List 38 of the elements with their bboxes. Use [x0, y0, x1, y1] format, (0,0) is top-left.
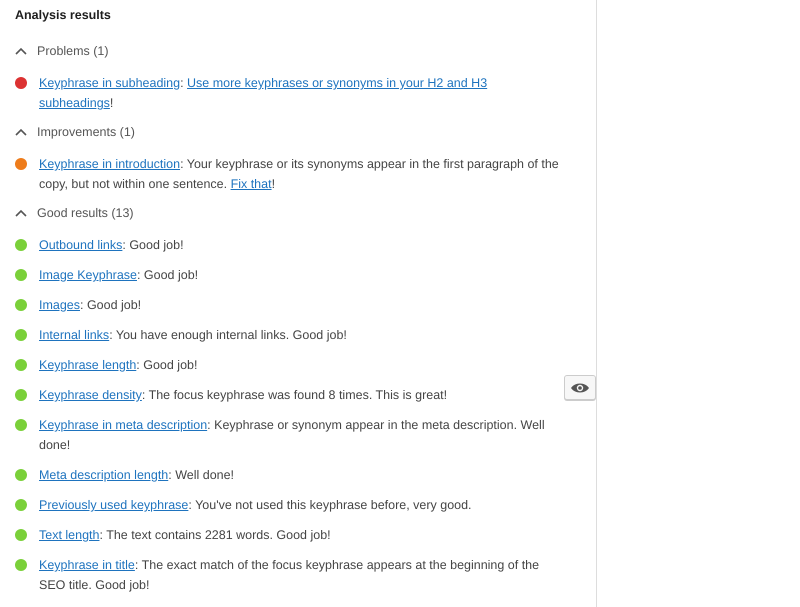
highlight-button[interactable]: [564, 375, 596, 400]
chevron-icon: [15, 209, 27, 217]
section-toggle[interactable]: Good results (13): [15, 204, 134, 222]
result-link[interactable]: Use more keyphrases or synonyms in your H2 and H3: [187, 76, 488, 90]
result-text: Keyphrase in meta description: Keyphrase or synonym appear in the meta description. Well done!: [39, 417, 546, 454]
section-toggle[interactable]: Problems (1): [15, 42, 109, 60]
result-text: Keyphrase density: The focus keyphrase was found 8 times. This is great!: [39, 387, 448, 404]
result-text: Images: Good job!: [39, 297, 142, 314]
result-link[interactable]: Internal links: [39, 328, 110, 342]
result-link[interactable]: Keyphrase in subheading: [39, 76, 180, 90]
result-link[interactable]: Outbound links: [39, 238, 122, 252]
result-link[interactable]: Keyphrase density: [39, 388, 142, 402]
section-title: Analysis results: [15, 7, 111, 24]
result-text: Internal links: You have enough internal links. Good job!: [39, 327, 348, 344]
result-link[interactable]: Fix that: [230, 177, 272, 191]
result-link[interactable]: subheadings: [39, 96, 110, 110]
result-link[interactable]: Meta description length: [39, 468, 168, 482]
result-text: Keyphrase in introduction: Your keyphrase or its synonyms appear in the first paragraph of the copy, but not within one sentence. Fix that!: [39, 156, 560, 193]
result-link[interactable]: Keyphrase in introduction: [39, 157, 180, 171]
result-link[interactable]: Text length: [39, 528, 100, 542]
result-text: Outbound links: Good job!: [39, 237, 185, 254]
result-text: Meta description length: Well done!: [39, 467, 236, 484]
section-toggle[interactable]: Improvements (1): [15, 123, 135, 141]
result-text: Keyphrase length: Good job!: [39, 357, 198, 374]
result-link[interactable]: Previously used keyphrase: [39, 498, 188, 512]
chevron-icon: [15, 47, 27, 55]
result-text: Image Keyphrase: Good job!: [39, 267, 200, 284]
result-text: Previously used keyphrase: You've not used this keyphrase before, very good.: [39, 497, 473, 514]
result-link[interactable]: Image Keyphrase: [39, 268, 137, 282]
result-link[interactable]: Keyphrase in title: [39, 558, 135, 572]
result-link[interactable]: Keyphrase length: [39, 358, 136, 372]
result-text: Text length: The text contains 2281 words. Good job!: [39, 527, 332, 544]
chevron-icon: [15, 128, 27, 136]
result-link[interactable]: Images: [39, 298, 80, 312]
result-text: Keyphrase in subheading: Use more keyphrases or synonyms in your H2 and H3 subheadings!: [39, 75, 488, 112]
result-text: Keyphrase in title: The exact match of the focus keyphrase appears at the beginning of the SEO title. Good job!: [39, 557, 540, 594]
result-link[interactable]: Keyphrase in meta description: [39, 418, 208, 432]
eye-icon: [570, 382, 590, 394]
